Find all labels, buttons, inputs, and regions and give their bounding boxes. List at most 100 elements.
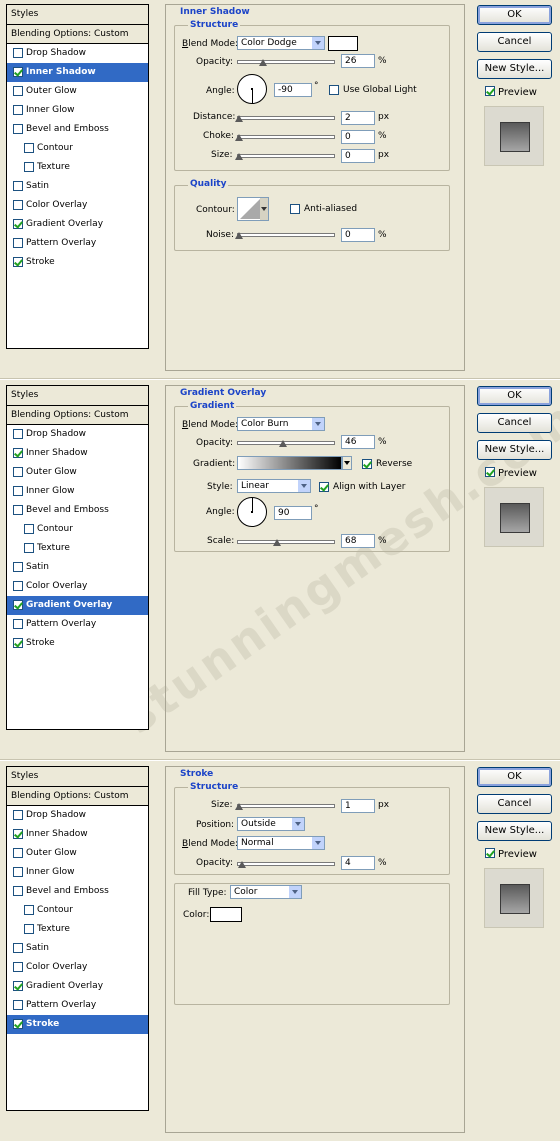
distance-slider[interactable] — [235, 115, 335, 122]
opacity-slider[interactable] — [237, 861, 335, 868]
style-item-gradient-overlay[interactable]: Gradient Overlay — [7, 215, 148, 234]
style-checkbox[interactable] — [13, 48, 23, 58]
new-style-button[interactable]: New Style... — [477, 440, 552, 460]
style-item-texture[interactable]: Texture — [7, 920, 148, 939]
style-item-texture[interactable]: Texture — [7, 158, 148, 177]
stroke-color-swatch[interactable] — [210, 907, 242, 922]
cancel-button[interactable]: Cancel — [477, 413, 552, 433]
style-item-outer-glow[interactable]: Outer Glow — [7, 844, 148, 863]
blend-mode-select[interactable]: Normal — [237, 836, 325, 850]
size-input[interactable]: 1 — [341, 799, 375, 813]
style-checkbox[interactable] — [24, 162, 34, 172]
style-checkbox[interactable] — [13, 124, 23, 134]
style-item-color-overlay[interactable]: Color Overlay — [7, 196, 148, 215]
slider-thumb[interactable] — [235, 153, 243, 160]
ok-button[interactable]: OK — [477, 767, 552, 787]
new-style-button[interactable]: New Style... — [477, 821, 552, 841]
style-checkbox[interactable] — [13, 181, 23, 191]
style-item-pattern-overlay[interactable]: Pattern Overlay — [7, 234, 148, 253]
preview-checkbox[interactable] — [485, 86, 495, 96]
style-item-inner-shadow[interactable]: Inner Shadow — [7, 825, 148, 844]
blend-mode-select[interactable]: Color Burn — [237, 417, 325, 431]
style-checkbox[interactable] — [13, 219, 23, 229]
opacity-input[interactable]: 46 — [341, 435, 375, 449]
cancel-button[interactable]: Cancel — [477, 32, 552, 52]
style-item-contour[interactable]: Contour — [7, 139, 148, 158]
ok-button[interactable]: OK — [477, 5, 552, 25]
style-item-drop-shadow[interactable]: Drop Shadow — [7, 806, 148, 825]
style-checkbox[interactable] — [13, 238, 23, 248]
style-checkbox[interactable] — [13, 105, 23, 115]
style-checkbox[interactable] — [13, 600, 23, 610]
ok-button[interactable]: OK — [477, 386, 552, 406]
opacity-slider[interactable] — [237, 59, 335, 66]
slider-thumb[interactable] — [259, 59, 267, 66]
style-item-texture[interactable]: Texture — [7, 539, 148, 558]
style-checkbox[interactable] — [13, 467, 23, 477]
style-checkbox[interactable] — [13, 638, 23, 648]
slider-thumb[interactable] — [235, 115, 243, 122]
preview-checkbox[interactable] — [485, 467, 495, 477]
style-item-inner-glow[interactable]: Inner Glow — [7, 482, 148, 501]
style-checkbox[interactable] — [24, 524, 34, 534]
style-checkbox[interactable] — [24, 543, 34, 553]
slider-thumb[interactable] — [279, 440, 287, 447]
reverse-checkbox[interactable] — [362, 459, 372, 469]
style-item-bevel-and-emboss[interactable]: Bevel and Emboss — [7, 882, 148, 901]
angle-dial[interactable] — [237, 497, 267, 527]
blend-mode-select[interactable]: Color Dodge — [237, 36, 325, 50]
style-checkbox[interactable] — [13, 67, 23, 77]
preview-toggle[interactable]: Preview — [485, 848, 537, 860]
scale-input[interactable]: 68 — [341, 534, 375, 548]
style-item-stroke[interactable]: Stroke — [7, 1015, 148, 1034]
style-checkbox[interactable] — [13, 886, 23, 896]
style-checkbox[interactable] — [13, 962, 23, 972]
style-checkbox[interactable] — [13, 943, 23, 953]
style-item-contour[interactable]: Contour — [7, 520, 148, 539]
style-item-drop-shadow[interactable]: Drop Shadow — [7, 425, 148, 444]
style-checkbox[interactable] — [13, 1000, 23, 1010]
preview-toggle[interactable]: Preview — [485, 467, 537, 479]
fill-type-select[interactable]: Color — [230, 885, 302, 899]
style-item-pattern-overlay[interactable]: Pattern Overlay — [7, 615, 148, 634]
contour-picker[interactable] — [237, 197, 269, 221]
style-item-outer-glow[interactable]: Outer Glow — [7, 463, 148, 482]
style-item-inner-shadow[interactable]: Inner Shadow — [7, 63, 148, 82]
preview-toggle[interactable]: Preview — [485, 86, 537, 98]
style-item-inner-glow[interactable]: Inner Glow — [7, 863, 148, 882]
style-item-drop-shadow[interactable]: Drop Shadow — [7, 44, 148, 63]
style-checkbox[interactable] — [24, 924, 34, 934]
style-item-inner-glow[interactable]: Inner Glow — [7, 101, 148, 120]
gradient-dropdown-button[interactable] — [342, 456, 352, 470]
style-checkbox[interactable] — [13, 257, 23, 267]
style-item-stroke[interactable]: Stroke — [7, 253, 148, 272]
align-with-layer-checkbox[interactable] — [319, 482, 329, 492]
size-slider[interactable] — [235, 153, 335, 160]
style-item-satin[interactable]: Satin — [7, 939, 148, 958]
style-checkbox[interactable] — [13, 429, 23, 439]
style-checkbox[interactable] — [13, 448, 23, 458]
style-checkbox[interactable] — [13, 810, 23, 820]
style-item-gradient-overlay[interactable]: Gradient Overlay — [7, 596, 148, 615]
slider-thumb[interactable] — [235, 134, 243, 141]
style-item-color-overlay[interactable]: Color Overlay — [7, 958, 148, 977]
style-checkbox[interactable] — [13, 562, 23, 572]
noise-slider[interactable] — [235, 232, 335, 239]
blending-options-item[interactable]: Blending Options: Custom — [7, 25, 148, 44]
preview-checkbox[interactable] — [485, 848, 495, 858]
style-checkbox[interactable] — [13, 1019, 23, 1029]
gradient-picker[interactable] — [237, 456, 342, 470]
anti-aliased-checkbox[interactable] — [290, 204, 300, 214]
use-global-light-checkbox[interactable] — [329, 85, 339, 95]
cancel-button[interactable]: Cancel — [477, 794, 552, 814]
style-item-contour[interactable]: Contour — [7, 901, 148, 920]
style-checkbox[interactable] — [13, 86, 23, 96]
opacity-slider[interactable] — [237, 440, 335, 447]
style-checkbox[interactable] — [13, 829, 23, 839]
opacity-input[interactable]: 26 — [341, 54, 375, 68]
style-item-gradient-overlay[interactable]: Gradient Overlay — [7, 977, 148, 996]
distance-input[interactable]: 2 — [341, 111, 375, 125]
new-style-button[interactable]: New Style... — [477, 59, 552, 79]
slider-thumb[interactable] — [235, 232, 243, 239]
slider-thumb[interactable] — [235, 803, 243, 810]
